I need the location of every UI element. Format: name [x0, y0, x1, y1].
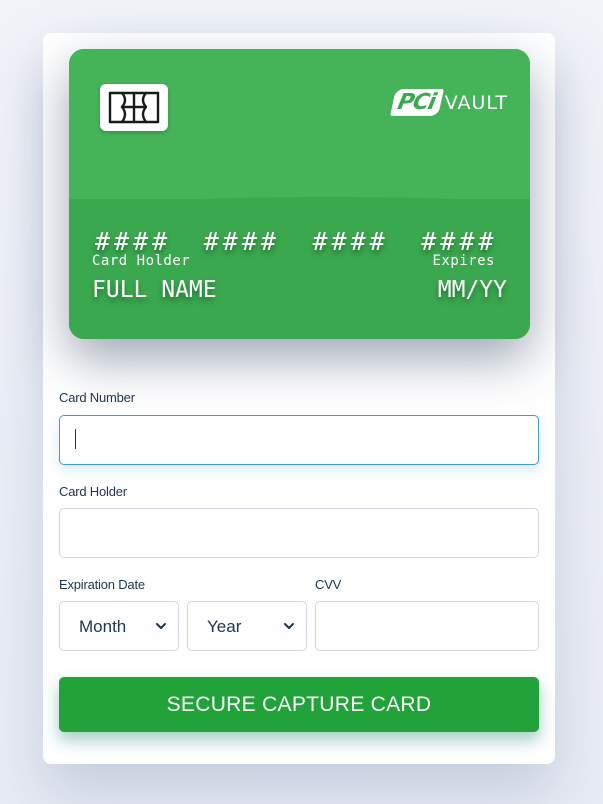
card-number-input[interactable]	[59, 415, 539, 465]
card-expires-label: Expires	[432, 253, 495, 269]
year-select-value: Year	[207, 617, 242, 636]
chevron-down-icon	[284, 623, 294, 629]
card-number-display: #### #### #### ####	[69, 227, 530, 256]
cvv-label: CVV	[315, 577, 342, 592]
card-holder-label: Card Holder	[92, 253, 191, 269]
card-holder-input[interactable]	[59, 508, 539, 558]
text-cursor	[75, 429, 76, 449]
secure-capture-card-button[interactable]: SECURE CAPTURE CARD	[59, 677, 539, 732]
cvv-input[interactable]	[315, 601, 539, 651]
card-number-label: Card Number	[59, 390, 135, 405]
card-number-group-2: ####	[203, 227, 280, 256]
chevron-down-icon	[156, 623, 166, 629]
year-select[interactable]: Year	[187, 601, 307, 651]
logo-vault-word: VAULT	[444, 91, 508, 114]
month-select[interactable]: Month	[59, 601, 179, 651]
card-expires-value: MM/YY	[437, 277, 507, 303]
card-number-group-3: ####	[312, 227, 389, 256]
chip-icon	[100, 84, 168, 131]
card-number-group-1: ####	[95, 227, 172, 256]
card-holder-field-label: Card Holder	[59, 484, 127, 499]
logo-pci-mark: PCi	[390, 89, 444, 116]
card-holder-value: FULL NAME	[92, 277, 217, 303]
month-select-value: Month	[79, 617, 127, 636]
pcivault-logo: PCi VAULT	[390, 89, 508, 116]
expiration-date-label: Expiration Date	[59, 577, 145, 592]
card-number-group-4: ####	[421, 227, 498, 256]
